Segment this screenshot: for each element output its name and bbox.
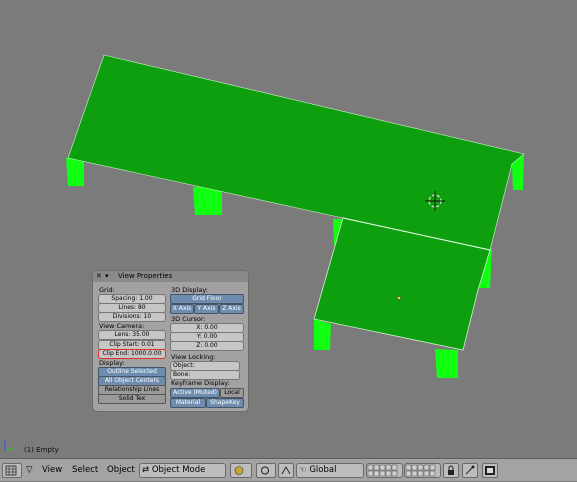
clip-end-field[interactable]: Clip End: 1000.0.00 [98, 349, 166, 359]
keyframe-display-label: Keyframe Display: [171, 379, 230, 387]
mode-dropdown[interactable]: ⇄ Object Mode [139, 463, 226, 478]
lens-field[interactable]: Lens: 35.00 [98, 330, 166, 340]
table-leg[interactable] [314, 319, 331, 350]
layers-row-2[interactable] [404, 463, 441, 478]
status-text: (1) Empty [24, 446, 59, 454]
snap-icon[interactable] [462, 463, 478, 478]
display-label: Display: [99, 359, 125, 367]
lock-icon[interactable] [443, 463, 459, 478]
view-properties-panel[interactable]: ✕ ▾ View Properties Grid: Spacing: 1.00 … [93, 271, 248, 411]
solid-tex-button[interactable]: Solid Tex [98, 394, 166, 404]
active-muted-button[interactable]: Active (Muted) [170, 388, 220, 398]
3d-display-label: 3D Display: [171, 286, 208, 294]
axis-gizmo-icon [2, 436, 22, 458]
view-menu[interactable]: View [42, 463, 62, 477]
z-axis-button[interactable]: Z Axis [219, 304, 244, 314]
table-leg[interactable] [66, 158, 84, 186]
x-axis-button[interactable]: X Axis [170, 304, 194, 314]
pivot-icon[interactable] [256, 463, 276, 478]
mode-icon: ⇄ [142, 465, 150, 475]
draw-type-icon[interactable] [230, 463, 252, 478]
object-origin-icon[interactable] [397, 296, 401, 300]
layers-row-1[interactable] [366, 463, 403, 478]
select-menu[interactable]: Select [72, 463, 98, 477]
orientation-dropdown[interactable]: ☜ Global [296, 463, 364, 478]
3d-view-header: ▽ View Select Object ⇄ Object Mode ☜ Glo… [0, 458, 577, 481]
panel-titlebar[interactable]: ✕ ▾ View Properties [93, 271, 248, 282]
panel-title: View Properties [118, 272, 173, 280]
render-icon[interactable] [482, 463, 498, 478]
grid-label: Grid: [99, 286, 115, 294]
table-leg[interactable] [435, 349, 458, 378]
3d-cursor-label: 3D Cursor: [171, 315, 206, 323]
object-menu[interactable]: Object [107, 463, 135, 477]
orientation-label: Global [309, 465, 337, 475]
scene-canvas[interactable] [0, 0, 577, 458]
editor-type-icon[interactable] [2, 463, 22, 478]
header-collapse-icon[interactable]: ▽ [26, 463, 33, 477]
material-button[interactable]: Material [170, 398, 206, 408]
table-leg[interactable] [193, 187, 222, 215]
collapse-icon[interactable]: ▾ [105, 272, 109, 280]
grid-floor-button[interactable]: Grid Floor [170, 294, 244, 304]
local-button[interactable]: Local [220, 388, 244, 398]
3d-viewport[interactable]: (1) Empty [0, 0, 577, 458]
cursor-z-field[interactable]: Z: 0.00 [170, 341, 244, 351]
view-camera-label: View Camera: [99, 322, 145, 330]
orientation-icon: ☜ [299, 465, 307, 475]
manipulator-icon[interactable] [278, 463, 294, 478]
y-axis-button[interactable]: Y Axis [194, 304, 219, 314]
close-icon[interactable]: ✕ [96, 272, 102, 280]
mode-label: Object Mode [151, 465, 206, 475]
shapekey-button[interactable]: ShapeKey [206, 398, 244, 408]
grid-divisions-field[interactable]: Divisions: 10 [98, 312, 166, 322]
floor-slab-main[interactable] [67, 54, 525, 251]
view-locking-label: View Locking: [171, 353, 216, 361]
